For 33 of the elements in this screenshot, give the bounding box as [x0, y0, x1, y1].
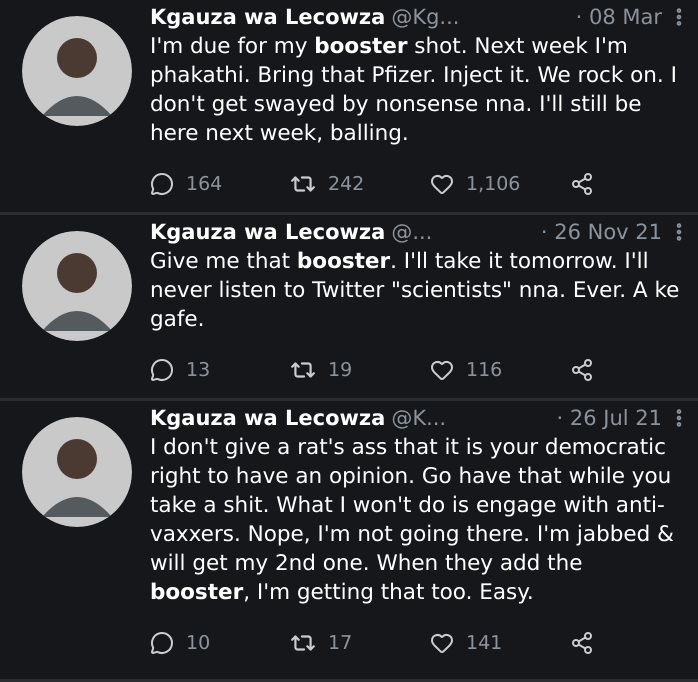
- user-name[interactable]: Kgauza wa Lecowza: [150, 5, 386, 29]
- like-count: 141: [466, 632, 502, 654]
- tweet-text: I'm due for my booster shot. Next week I'm phakathi. Bring that Pfizer. Inject it. We rock on. I don't get swayed by nonsense nna. I'll still be here next week, balling.: [150, 33, 678, 148]
- user-name[interactable]: Kgauza wa Lecowza: [150, 220, 386, 244]
- reply-icon[interactable]: [150, 631, 174, 655]
- like-icon[interactable]: [430, 358, 454, 382]
- share-icon[interactable]: [570, 172, 594, 196]
- retweet-count: 17: [328, 632, 352, 654]
- user-handle[interactable]: @Kg...: [391, 5, 460, 29]
- tweet-text: I don't give a rat's ass that it is your democratic right to have an opinion. Go have that while you take a shit. What I won't do is engage with anti-vaxxers. Nope, I'm not going there. I'm jabbed & will get my 2nd one. When they add the booster, I'm getting that too. Easy.: [150, 434, 675, 607]
- tweet-text: Give me that booster. I'll take it tomorrow. I'll never listen to Twitter "scientists" nna. Ever. A ke gafe.: [150, 248, 680, 334]
- like-icon[interactable]: [430, 172, 454, 196]
- user-name[interactable]: Kgauza wa Lecowza: [150, 406, 386, 430]
- avatar[interactable]: [22, 231, 132, 341]
- reply-count: 10: [186, 632, 210, 654]
- reply-icon[interactable]: [150, 358, 174, 382]
- retweet-count: 242: [328, 173, 364, 195]
- reply-icon[interactable]: [150, 172, 174, 196]
- avatar[interactable]: [22, 16, 132, 126]
- retweet-count: 19: [328, 359, 352, 381]
- share-icon[interactable]: [570, 631, 594, 655]
- user-handle[interactable]: @K...: [391, 406, 446, 430]
- share-icon[interactable]: [570, 358, 594, 382]
- like-icon[interactable]: [430, 631, 454, 655]
- tweet-date[interactable]: · 08 Mar: [576, 5, 662, 29]
- avatar[interactable]: [22, 417, 132, 527]
- tweet-date[interactable]: · 26 Jul 21: [556, 406, 662, 430]
- reply-count: 164: [186, 173, 222, 195]
- like-count: 1,106: [466, 173, 520, 195]
- tweet-date[interactable]: · 26 Nov 21: [540, 220, 662, 244]
- like-count: 116: [466, 359, 502, 381]
- user-handle[interactable]: @...: [391, 220, 432, 244]
- reply-count: 13: [186, 359, 210, 381]
